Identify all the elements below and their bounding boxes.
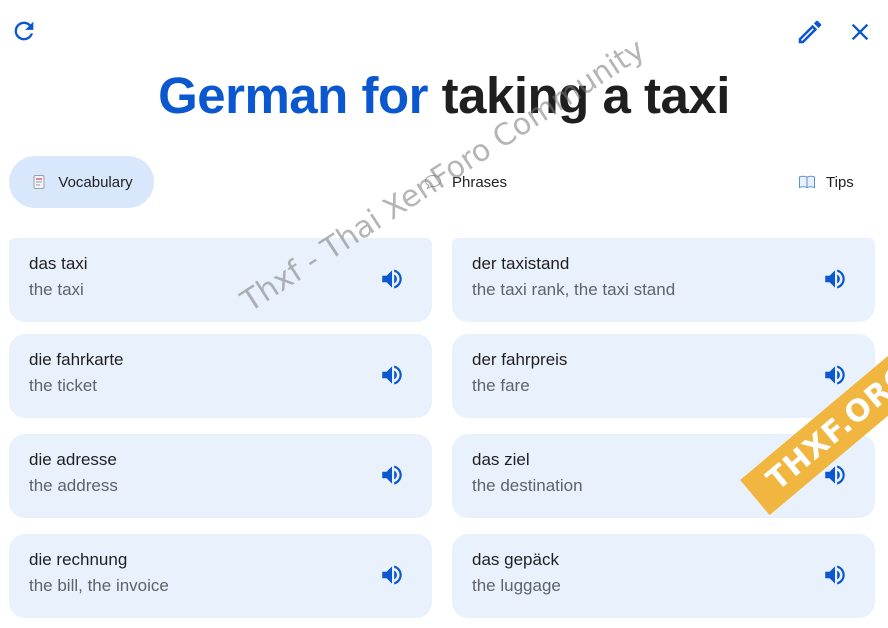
vocab-term: das ziel [472, 450, 530, 469]
vocab-meaning: the taxi [29, 280, 84, 299]
speaker-icon[interactable] [378, 361, 406, 389]
speaker-icon[interactable] [821, 265, 849, 293]
vocab-card: der fahrpreis the fare [452, 334, 875, 418]
vocab-term: der fahrpreis [472, 350, 568, 369]
page-title: German for taking a taxi [0, 64, 888, 128]
vocab-card: die adresse the address [9, 434, 432, 518]
speech-bubble-icon [424, 173, 442, 191]
speaker-icon[interactable] [378, 461, 406, 489]
vocab-term: die fahrkarte [29, 350, 124, 369]
vocab-term: die adresse [29, 450, 117, 469]
vocab-term: das taxi [29, 254, 88, 273]
title-rest: taking a taxi [441, 67, 731, 124]
book-icon [798, 173, 816, 191]
tab-label: Phrases [452, 173, 508, 191]
refresh-button[interactable] [6, 13, 42, 49]
tab-vocabulary[interactable]: Vocabulary [9, 156, 154, 208]
vocab-card: die fahrkarte the ticket [9, 334, 432, 418]
speaker-icon[interactable] [378, 561, 406, 589]
vocab-meaning: the taxi rank, the taxi stand [472, 280, 676, 299]
vocab-card: das gepäck the luggage [452, 534, 875, 618]
title-accent: German for [158, 67, 428, 124]
tab-label: Tips [826, 173, 854, 191]
vocab-meaning: the bill, the invoice [29, 576, 169, 595]
speaker-icon[interactable] [821, 361, 849, 389]
vocab-meaning: the destination [472, 476, 583, 495]
pencil-icon [798, 20, 822, 44]
vocab-term: die rechnung [29, 550, 128, 569]
speaker-icon[interactable] [378, 265, 406, 293]
tab-label: Vocabulary [58, 173, 133, 191]
vocab-meaning: the ticket [29, 376, 98, 395]
vocab-term: der taxistand [472, 254, 570, 273]
vocab-card: der taxistand the taxi rank, the taxi st… [452, 238, 875, 322]
document-icon [30, 173, 48, 191]
speaker-icon[interactable] [821, 561, 849, 589]
tab-phrases[interactable]: Phrases [424, 156, 507, 208]
vocabulary-grid: das taxi the taxi der taxistand the taxi… [9, 238, 877, 628]
close-icon [851, 23, 869, 41]
vocab-term: das gepäck [472, 550, 559, 569]
edit-button[interactable] [792, 14, 828, 50]
vocab-meaning: the fare [472, 376, 530, 395]
close-button[interactable] [842, 14, 878, 50]
refresh-icon [14, 21, 34, 41]
tab-tips[interactable]: Tips [798, 156, 854, 208]
tab-bar: Vocabulary Phrases Tips [0, 156, 888, 210]
vocab-meaning: the luggage [472, 576, 561, 595]
vocab-card: das taxi the taxi [9, 238, 432, 322]
vocab-meaning: the address [29, 476, 118, 495]
vocab-card: die rechnung the bill, the invoice [9, 534, 432, 618]
